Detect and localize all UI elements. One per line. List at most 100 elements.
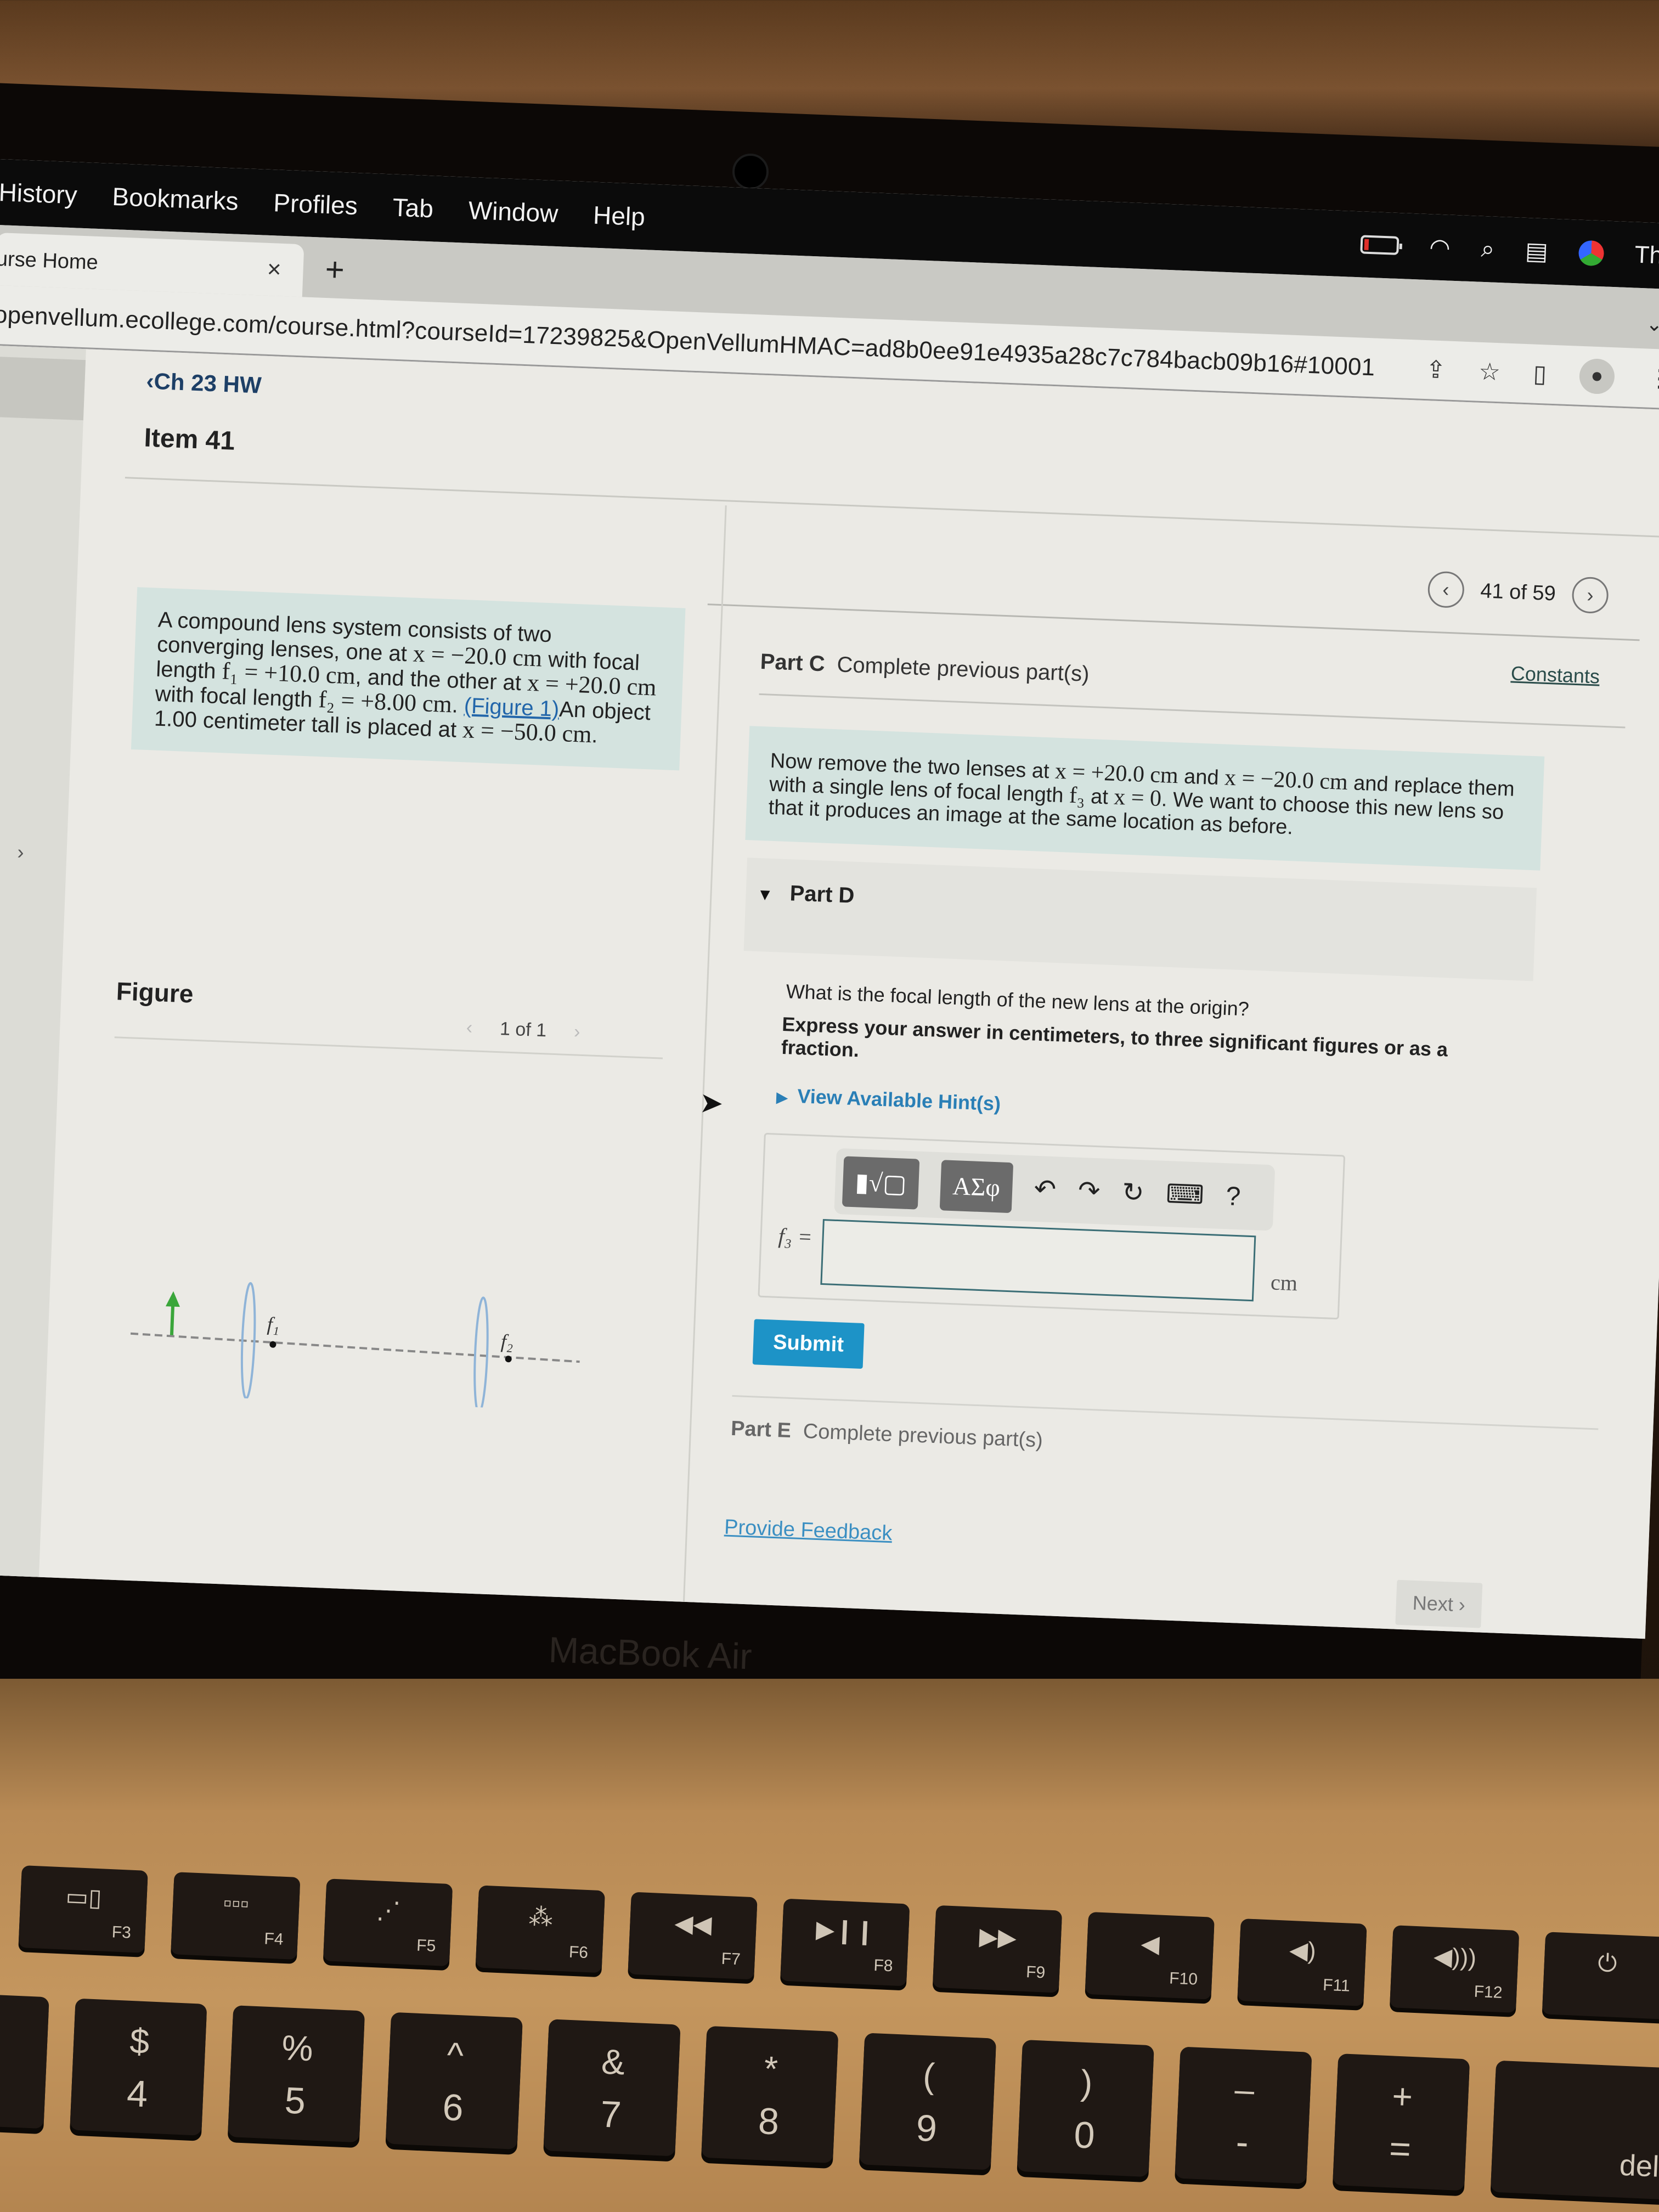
number-key[interactable]: delete <box>1490 2060 1659 2201</box>
number-key[interactable]: ^ 6 <box>385 2012 523 2149</box>
key-label: 4 <box>126 2072 149 2115</box>
side-panel-icon[interactable]: ▯ <box>1533 360 1547 388</box>
profile-avatar-icon[interactable]: ● <box>1578 358 1616 394</box>
divider <box>125 477 1659 539</box>
function-key-icon: ⋰ <box>375 1897 402 1925</box>
reset-icon[interactable]: ↻ <box>1121 1177 1144 1209</box>
view-hints-link[interactable]: ▶ View Available Hint(s) <box>776 1084 1001 1116</box>
function-key[interactable]: ▶▶ F9 <box>932 1905 1063 1993</box>
figure-pager: ‹ 1 of 1 › <box>466 1017 580 1043</box>
part-d-header[interactable]: ▼ Part D <box>743 857 1537 981</box>
number-key[interactable]: $4 <box>70 1998 207 2136</box>
left-rail-header <box>0 356 86 421</box>
menu-tab[interactable]: Tab <box>392 193 434 224</box>
function-key[interactable]: ▶❙❙ F8 <box>780 1898 910 1987</box>
number-key[interactable]: (9 <box>859 2033 997 2170</box>
figure-next-icon[interactable]: › <box>573 1021 580 1042</box>
function-key-icon: ⁂ <box>528 1903 554 1932</box>
clock[interactable]: Thu <box>1634 241 1659 270</box>
menu-profiles[interactable]: Profiles <box>273 188 358 221</box>
item-pager: ‹ 41 of 59 › <box>1427 571 1609 614</box>
number-key[interactable]: * 8 <box>701 2025 839 2164</box>
webcam <box>732 154 769 190</box>
menu-bookmarks[interactable]: Bookmarks <box>112 182 239 216</box>
constants-link[interactable]: Constants <box>1510 662 1600 688</box>
keyboard-icon[interactable]: ⌨ <box>1165 1178 1204 1211</box>
function-key[interactable]: ⋰ F5 <box>323 1878 453 1967</box>
number-key[interactable]: % 5 <box>227 2005 365 2143</box>
collapse-triangle-icon[interactable]: ▼ <box>757 885 774 905</box>
figure-position: 1 of 1 <box>499 1018 547 1041</box>
function-key-label: F4 <box>263 1929 284 1949</box>
siri-icon[interactable] <box>1578 240 1605 267</box>
symbols-button[interactable]: ΑΣφ <box>939 1160 1013 1214</box>
function-key-label: F8 <box>873 1956 894 1976</box>
function-key[interactable]: ◀◀ F7 <box>628 1892 758 1980</box>
more-menu-icon[interactable]: ⋮ <box>1647 364 1659 393</box>
key-shift-label: ^ <box>446 2035 465 2075</box>
key-shift-label: – <box>1234 2069 1255 2110</box>
function-key[interactable]: ◀ F10 <box>1085 1911 1215 2000</box>
function-key[interactable]: ▭▯ F3 <box>18 1865 148 1953</box>
number-key[interactable]: #3 <box>0 1991 49 2129</box>
new-tab-button[interactable]: + <box>324 250 345 298</box>
key-shift-label: # <box>0 2011 48 2057</box>
tab-search-chevron-icon[interactable]: ⌄ <box>1646 312 1659 336</box>
number-key[interactable]: + = <box>1333 2053 1470 2191</box>
key-label: 6 <box>442 2086 465 2129</box>
redo-icon[interactable]: ↷ <box>1077 1175 1101 1207</box>
menu-help[interactable]: Help <box>592 200 646 232</box>
expand-chevron-icon[interactable]: › <box>17 840 25 864</box>
math-toolbar: ▮√▢ ΑΣφ ↶ ↷ ↻ ⌨ ? <box>834 1148 1276 1231</box>
item-title: Item 41 <box>143 423 236 456</box>
part-c-status: Complete previous part(s) <box>836 652 1090 686</box>
key-shift-label: ) <box>1080 2062 1093 2103</box>
function-key[interactable]: ⏻ <box>1542 1932 1659 2020</box>
battery-icon[interactable] <box>1359 235 1400 255</box>
info-text: at <box>1084 785 1115 809</box>
bookmark-star-icon[interactable]: ☆ <box>1478 358 1501 386</box>
function-key-icon: ▶▶ <box>979 1923 1017 1952</box>
problem-text: . <box>591 723 599 748</box>
key-label: 5 <box>284 2079 307 2122</box>
templates-button[interactable]: ▮√▢ <box>842 1156 920 1210</box>
part-c-info: Now remove the two lenses at x = +20.0 c… <box>745 726 1545 871</box>
function-key-label: F6 <box>568 1943 589 1962</box>
answer-label: f₃ = <box>777 1223 813 1250</box>
function-key[interactable]: ◀) F11 <box>1237 1918 1367 2006</box>
function-key[interactable]: ⁂ F6 <box>475 1885 605 1973</box>
problem-statement: A compound lens system consists of two c… <box>131 587 686 771</box>
close-tab-icon[interactable]: × <box>267 256 282 284</box>
function-key[interactable]: ▫▫▫ F4 <box>171 1872 301 1960</box>
share-icon[interactable]: ⇪ <box>1425 356 1447 384</box>
part-c-label: Part C <box>760 649 826 676</box>
back-to-assignment-link[interactable]: ‹Ch 23 HW <box>146 368 262 399</box>
figure-prev-icon[interactable]: ‹ <box>466 1017 473 1039</box>
next-button[interactable]: Next › <box>1395 1579 1483 1628</box>
function-key-label: F10 <box>1169 1969 1198 1989</box>
function-key-icon: ◀ <box>1140 1930 1160 1958</box>
previous-item-button[interactable]: ‹ <box>1427 571 1465 608</box>
screen: History Bookmarks Profiles Tab Window He… <box>0 159 1659 1639</box>
number-key[interactable]: – - <box>1175 2046 1312 2184</box>
key-label: delete <box>1618 2148 1659 2185</box>
function-key-label: F9 <box>1025 1963 1046 1982</box>
number-key[interactable]: & 7 <box>543 2019 681 2157</box>
undo-icon[interactable]: ↶ <box>1034 1173 1057 1205</box>
next-item-button[interactable]: › <box>1571 576 1609 614</box>
object-arrow-head <box>165 1291 180 1307</box>
function-key-label: F5 <box>416 1936 437 1956</box>
function-key[interactable]: ◀))) F12 <box>1390 1925 1520 2013</box>
provide-feedback-link[interactable]: Provide Feedback <box>724 1516 893 1546</box>
spotlight-search-icon[interactable]: ⌕ <box>1481 235 1496 263</box>
control-center-icon[interactable]: ▤ <box>1525 236 1549 266</box>
expand-triangle-icon: ▶ <box>776 1088 788 1106</box>
number-key[interactable]: ) 0 <box>1017 2039 1154 2177</box>
menu-window[interactable]: Window <box>468 195 559 228</box>
answer-input[interactable] <box>820 1219 1256 1302</box>
help-icon[interactable]: ? <box>1226 1181 1242 1212</box>
submit-button[interactable]: Submit <box>752 1319 865 1369</box>
math-expression: x = −20.0 cm <box>413 640 543 672</box>
wifi-icon[interactable]: ◠ <box>1429 233 1451 262</box>
menu-history[interactable]: History <box>0 177 78 210</box>
